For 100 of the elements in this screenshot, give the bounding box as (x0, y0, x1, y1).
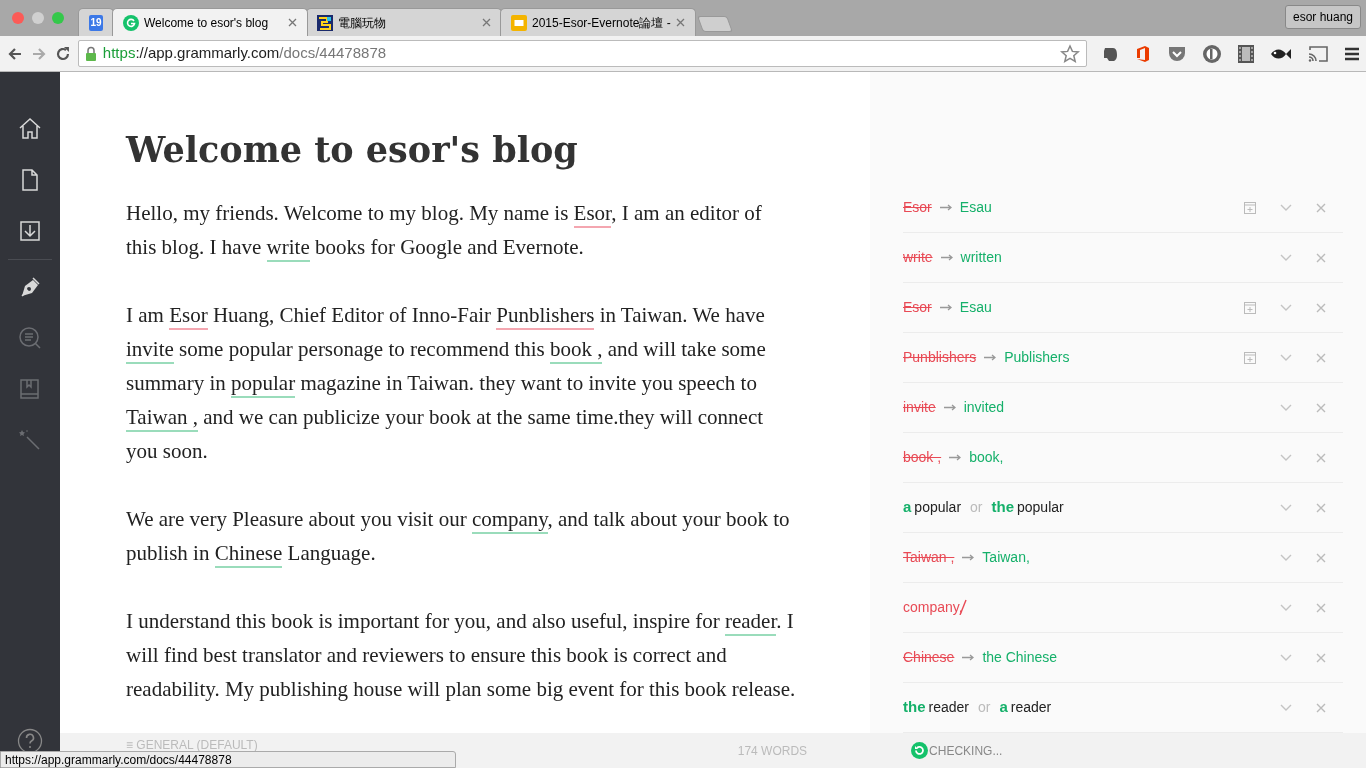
chevron-down-icon[interactable] (1280, 703, 1292, 712)
arrow-icon (984, 354, 997, 361)
add-to-dictionary-icon[interactable] (1244, 301, 1256, 314)
suggestion-option[interactable]: the reader (903, 696, 969, 719)
circle-bar-icon[interactable] (1202, 43, 1222, 64)
original-word: book , (903, 448, 942, 467)
add-to-dictionary-icon[interactable] (1244, 201, 1256, 214)
dismiss-icon[interactable] (1316, 452, 1326, 463)
replacement-word: Esau (959, 298, 992, 317)
original-word: Taiwan , (903, 548, 955, 567)
browser-tab[interactable]: 2015-Esor-Evernote論壇 - (500, 8, 696, 36)
chevron-down-icon[interactable] (1280, 653, 1292, 662)
browser-tab[interactable]: 電腦玩物 (306, 8, 502, 36)
dismiss-icon[interactable] (1316, 252, 1326, 263)
replacement-word: book, (969, 448, 1004, 467)
suggestion-option[interactable]: a reader (999, 696, 1052, 719)
removal-suggestion: company, (903, 597, 963, 618)
tab-title: 2015-Esor-Evernote論壇 - (532, 14, 671, 32)
chevron-down-icon[interactable] (1280, 553, 1292, 562)
suggestion-card[interactable]: book , book, (903, 433, 1343, 483)
close-icon[interactable] (288, 18, 297, 27)
strike-slash-icon (958, 599, 967, 615)
chevron-down-icon[interactable] (1280, 603, 1292, 612)
document-paragraph[interactable]: Hello, my friends. Welcome to my blog. My name is Esor, I am an editor of this blog. I have write books for Google and Evernote. (126, 196, 796, 264)
replacement-word: invited (963, 398, 1005, 417)
url-text: https://app.grammarly.com/docs/44478878 (102, 43, 388, 64)
document-paragraph[interactable]: I am Esor Huang, Chief Editor of Inno-Fair Punblishers in Taiwan. We have invite some popular personage to recommend this book , and will take some summary in popular magazine in Taiwan. they want to invite you speech to Taiwan , and we can publicize your book at the same time.they will connect you soon. (126, 298, 796, 468)
or-label: or (977, 698, 991, 717)
original-word: Chinese (903, 648, 955, 667)
suggestion-card[interactable]: Esor Esau (903, 183, 1343, 233)
close-icon[interactable] (482, 18, 491, 27)
chevron-down-icon[interactable] (1280, 353, 1292, 362)
office-icon[interactable] (1134, 44, 1152, 63)
arrow-icon (943, 404, 956, 411)
tab-title: 電腦玩物 (338, 14, 387, 32)
suggestion-card[interactable]: a popular or the popular (903, 483, 1343, 533)
close-window-button[interactable] (12, 12, 24, 24)
original-word: write (903, 248, 933, 267)
menu-icon[interactable] (1344, 45, 1360, 62)
bookmark-star-icon[interactable] (1060, 43, 1080, 64)
status-url: https://app.grammarly.com/docs/44478878 (0, 751, 456, 768)
chevron-down-icon[interactable] (1280, 503, 1292, 512)
suggestion-option[interactable]: the popular (991, 496, 1064, 519)
chevron-down-icon[interactable] (1280, 453, 1292, 462)
dismiss-icon[interactable] (1316, 652, 1326, 663)
dismiss-icon[interactable] (1316, 352, 1326, 363)
chevron-down-icon[interactable] (1280, 403, 1292, 412)
suggestion-card[interactable]: company, (903, 583, 1343, 633)
arrow-icon (940, 254, 953, 261)
cast-icon[interactable] (1307, 44, 1329, 63)
chevron-down-icon[interactable] (1280, 303, 1292, 312)
new-tab-button[interactable] (697, 16, 733, 32)
replacement-word: the Chinese (982, 648, 1058, 667)
dismiss-icon[interactable] (1316, 502, 1326, 513)
arrow-icon (962, 554, 975, 561)
calendar-icon: 19 (89, 14, 103, 31)
original-word: Esor (903, 298, 932, 317)
suggestion-card[interactable]: write written (903, 233, 1343, 283)
add-to-dictionary-icon[interactable] (1244, 351, 1256, 364)
arrow-icon (939, 204, 952, 211)
tab-title: Welcome to esor's blog (144, 14, 270, 32)
home-icon[interactable] (17, 116, 43, 142)
or-label: or (970, 498, 983, 517)
pocket-icon[interactable] (1167, 44, 1187, 63)
original-word: invite (903, 398, 936, 417)
dismiss-icon[interactable] (1316, 202, 1326, 213)
suggestion-card[interactable]: Punblishers Publishers (903, 333, 1343, 383)
dismiss-icon[interactable] (1316, 602, 1326, 613)
address-bar[interactable]: https://app.grammarly.com/docs/44478878 (77, 40, 1087, 67)
slides-icon (511, 14, 527, 31)
suggestion-card[interactable]: Esor Esau (903, 283, 1343, 333)
replacement-word: Taiwan, (982, 548, 1030, 567)
suggestion-card[interactable]: invite invited (903, 383, 1343, 433)
dismiss-icon[interactable] (1316, 702, 1326, 713)
browser-tab[interactable]: Welcome to esor's blog (112, 8, 308, 36)
chevron-down-icon[interactable] (1280, 253, 1292, 262)
chevron-down-icon[interactable] (1280, 203, 1292, 212)
zoom-window-button[interactable] (52, 12, 64, 24)
browser-tab[interactable]: 19 (78, 8, 114, 36)
minimize-window-button[interactable] (32, 12, 44, 24)
close-icon[interactable] (676, 18, 685, 27)
film-icon[interactable] (1237, 43, 1255, 64)
suggestion-card[interactable]: Chinese the Chinese (903, 633, 1343, 683)
document-paragraph[interactable]: I understand this book is important for you, and also useful, inspire for reader. I will find best translator and reviewers to ensure this book is correct and readability. My publishing house will plan some big event for this book release. (126, 604, 796, 706)
suggestion-card[interactable]: Taiwan , Taiwan, (903, 533, 1343, 583)
document-title: Welcome to esor's blog (126, 128, 578, 172)
download-icon[interactable] (17, 218, 43, 244)
original-word: Punblishers (903, 348, 977, 367)
help-icon[interactable] (17, 728, 43, 754)
arrow-icon (939, 304, 952, 311)
dismiss-icon[interactable] (1316, 402, 1326, 413)
document-paragraph[interactable]: We are very Pleasure about you visit our company, and talk about your book to publish in Chinese Language. (126, 502, 796, 570)
refresh-icon (911, 742, 929, 759)
suggestion-option[interactable]: a popular (903, 496, 962, 519)
status-text: CHECKING... (929, 742, 1003, 760)
lock-icon (84, 46, 97, 61)
dismiss-icon[interactable] (1316, 302, 1326, 313)
arrow-icon (949, 454, 962, 461)
dismiss-icon[interactable] (1316, 552, 1326, 563)
profile-button[interactable]: esor huang (1284, 4, 1361, 29)
